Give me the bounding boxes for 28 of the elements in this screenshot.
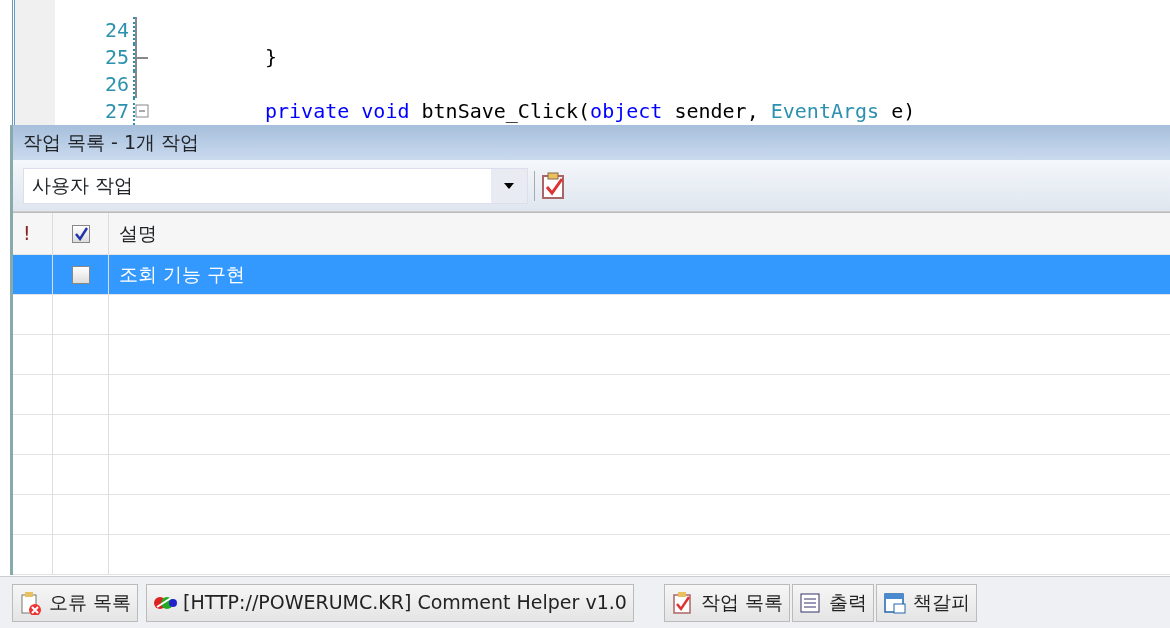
- code-token: void: [361, 99, 411, 123]
- panel-tab[interactable]: 책갈피: [875, 583, 977, 622]
- code-token: object: [590, 99, 664, 123]
- fold-line: [135, 71, 137, 98]
- panel-tab[interactable]: [HTTP://POWERUMC.KR] Comment Helper v1.0: [146, 583, 634, 622]
- checkbox[interactable]: [71, 265, 90, 284]
- fold-end-line: [135, 44, 149, 71]
- panel-title: 작업 목록 - 1개 작업: [13, 125, 1170, 160]
- code-token: sender,: [674, 99, 760, 123]
- code-token: btnSave_Click(: [421, 99, 591, 123]
- panel-tab[interactable]: 출력: [791, 583, 874, 622]
- window-icon: [882, 590, 907, 615]
- fold-line: [135, 17, 137, 44]
- code-token: EventArgs: [770, 99, 881, 123]
- error-list-icon: [19, 590, 43, 615]
- checkbox[interactable]: [71, 224, 90, 243]
- list-window-icon: [798, 590, 823, 615]
- clipboard-check-icon[interactable]: [541, 171, 567, 200]
- code-token: private: [265, 99, 351, 123]
- caret-icon: [504, 182, 514, 189]
- code-token: e): [891, 99, 916, 123]
- column-header[interactable]: !: [23, 219, 31, 248]
- panel-tab[interactable]: 오류 목록: [12, 583, 139, 622]
- code-token: }: [265, 45, 278, 69]
- filter-dropdown[interactable]: 사용자 작업: [23, 167, 528, 204]
- column-header[interactable]: 설명: [119, 219, 157, 248]
- task-description: 조회 기능 구현: [119, 262, 246, 288]
- panel-tab[interactable]: 작업 목록: [663, 583, 790, 622]
